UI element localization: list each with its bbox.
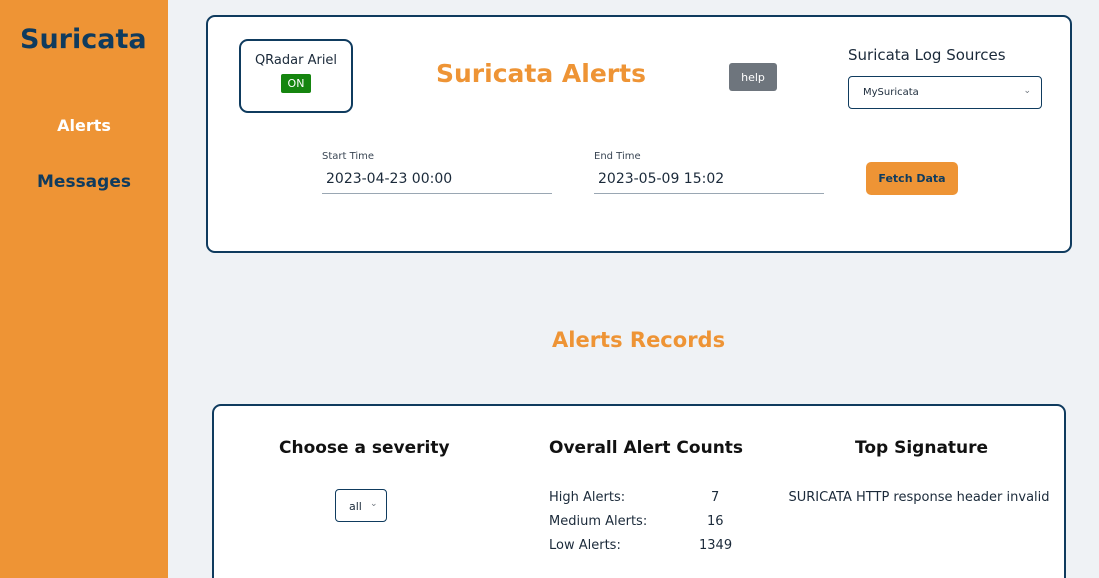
- chevron-down-icon: ⌄: [370, 499, 378, 509]
- sidebar: Suricata Alerts Messages: [0, 0, 168, 578]
- severity-value: all: [349, 500, 362, 513]
- start-time-input[interactable]: 2023-04-23 00:00: [326, 171, 452, 187]
- help-button[interactable]: help: [729, 63, 777, 91]
- severity-select[interactable]: all ⌄: [335, 489, 387, 522]
- chevron-down-icon: ⌄: [1023, 86, 1031, 96]
- counts-heading: Overall Alert Counts: [549, 438, 744, 458]
- records-title: Alerts Records: [552, 328, 726, 352]
- count-value: 1349: [699, 538, 733, 553]
- severity-heading: Choose a severity: [279, 438, 450, 458]
- count-label: Medium Alerts:: [549, 514, 648, 529]
- end-time-field[interactable]: End Time 2023-05-09 15:02: [594, 151, 824, 194]
- qradar-status-box: QRadar Ariel ON: [239, 39, 353, 113]
- qradar-status-badge[interactable]: ON: [280, 74, 312, 93]
- fetch-data-button[interactable]: Fetch Data: [866, 162, 958, 195]
- end-time-input[interactable]: 2023-05-09 15:02: [598, 171, 724, 187]
- start-time-field[interactable]: Start Time 2023-04-23 00:00: [322, 151, 552, 194]
- end-time-label: End Time: [594, 151, 641, 162]
- log-source-select[interactable]: MySuricata ⌄: [848, 76, 1042, 109]
- log-sources-label: Suricata Log Sources: [848, 46, 1006, 64]
- signature-heading: Top Signature: [855, 438, 989, 458]
- page-title: Suricata Alerts: [436, 59, 646, 88]
- count-value: 16: [707, 514, 724, 529]
- sidebar-item-alerts[interactable]: Alerts: [0, 116, 168, 135]
- qradar-label: QRadar Ariel: [254, 53, 338, 68]
- top-signature-text: SURICATA HTTP response header invalid: [788, 490, 1050, 505]
- count-label: Low Alerts:: [549, 538, 621, 553]
- start-time-label: Start Time: [322, 151, 375, 162]
- query-panel: QRadar Ariel ON Suricata Alerts help Sur…: [206, 15, 1072, 253]
- count-value: 7: [711, 490, 720, 505]
- brand-logo: Suricata: [20, 24, 147, 55]
- records-panel: Choose a severity Overall Alert Counts T…: [212, 404, 1066, 578]
- sidebar-item-messages[interactable]: Messages: [0, 172, 168, 192]
- count-label: High Alerts:: [549, 490, 626, 505]
- log-source-value: MySuricata: [863, 87, 919, 98]
